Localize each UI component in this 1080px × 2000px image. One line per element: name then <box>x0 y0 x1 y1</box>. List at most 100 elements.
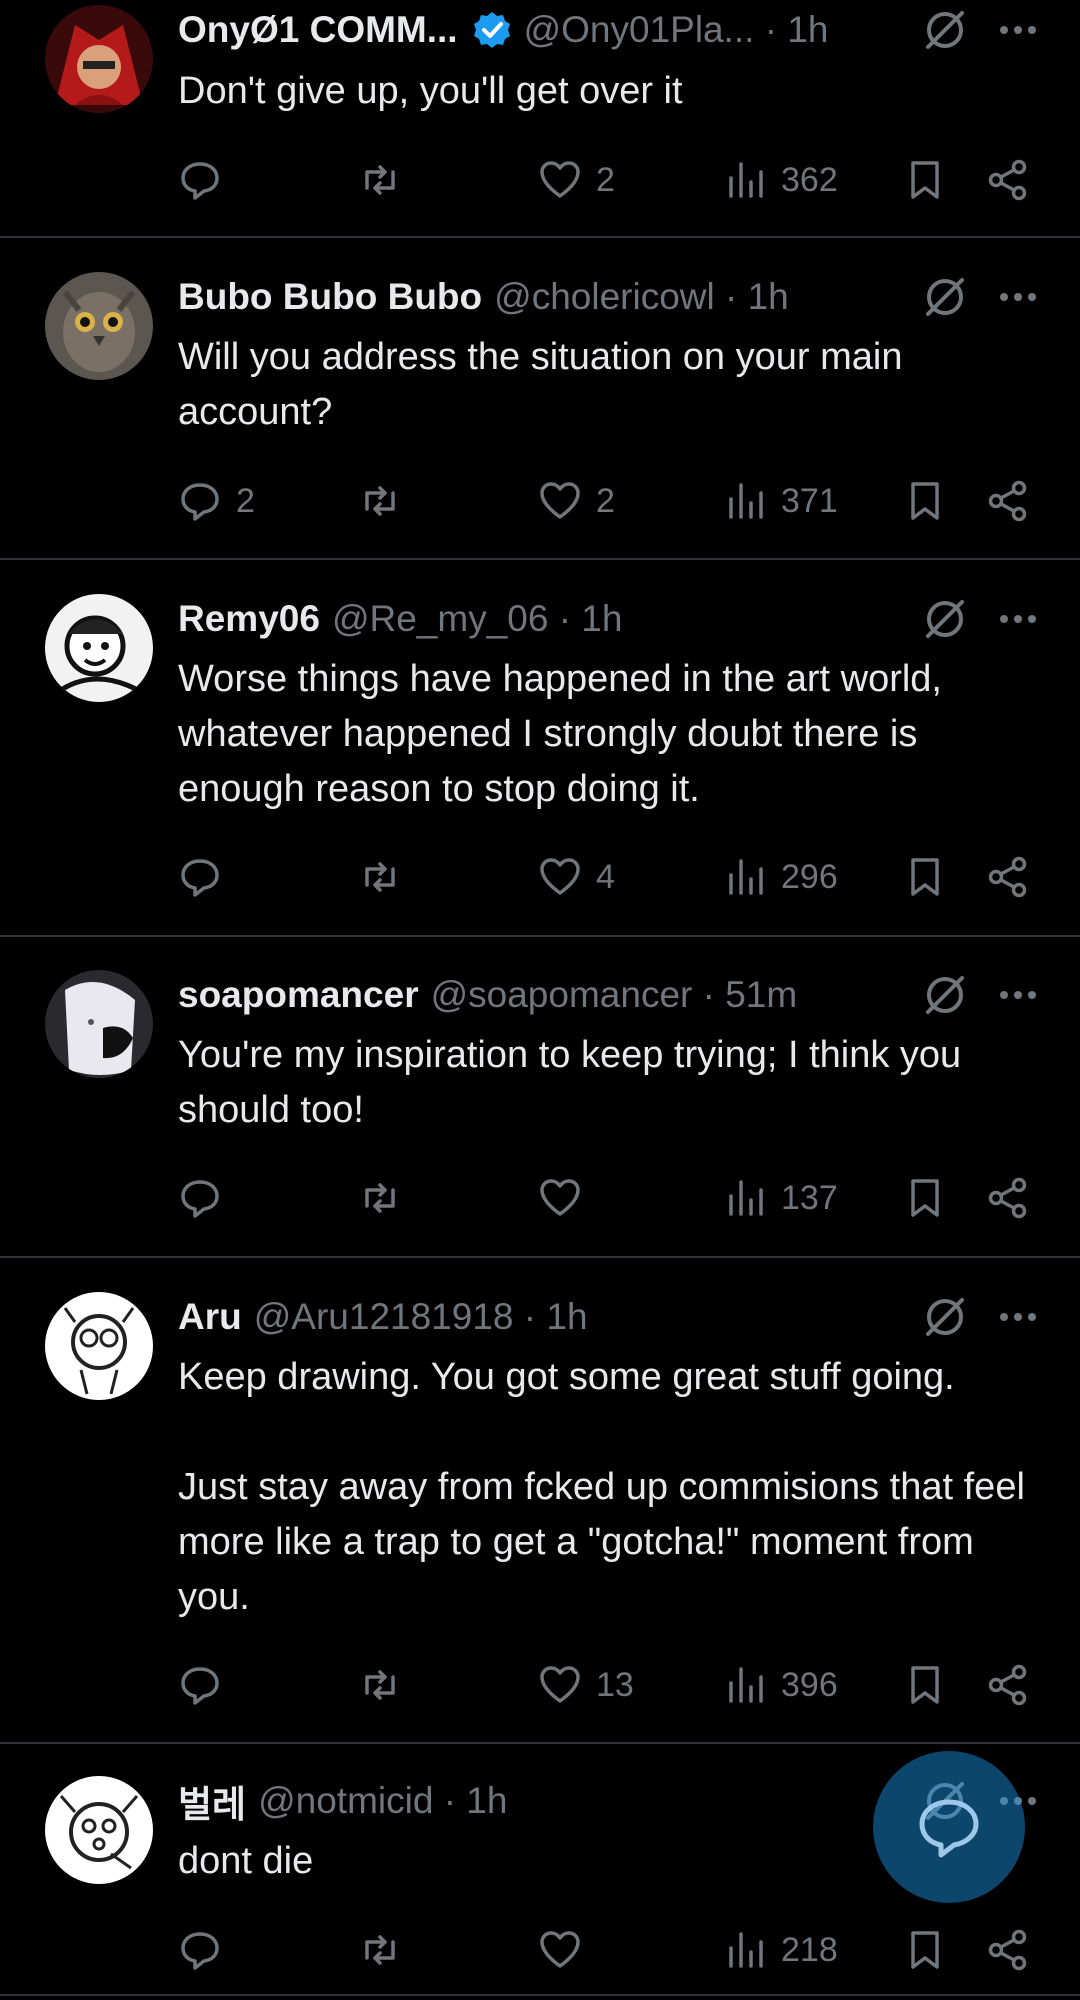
retweet-button[interactable] <box>358 150 402 210</box>
like-button[interactable]: 4 <box>538 847 615 907</box>
more-icon[interactable] <box>996 973 1040 1017</box>
reply-button[interactable] <box>178 1168 236 1228</box>
views-button[interactable]: 371 <box>723 471 838 531</box>
reply-icon <box>181 483 219 521</box>
share-button[interactable] <box>986 150 1030 210</box>
avatar[interactable] <box>45 594 153 702</box>
like-button[interactable] <box>538 1920 596 1980</box>
share-button[interactable] <box>986 1920 1030 1980</box>
view-count: 371 <box>781 481 838 520</box>
heart-icon <box>540 858 580 895</box>
divider <box>0 935 1080 937</box>
handle-and-time[interactable]: @Aru12181918 · 1h <box>254 1296 588 1338</box>
grok-icon[interactable] <box>922 596 968 642</box>
views-button[interactable]: 218 <box>723 1920 838 1980</box>
display-name[interactable]: Remy06 <box>178 598 320 640</box>
retweet-icon <box>365 165 395 195</box>
like-count: 2 <box>596 160 615 199</box>
more-icon[interactable] <box>996 275 1040 319</box>
divider <box>0 558 1080 560</box>
avatar[interactable] <box>45 1776 153 1884</box>
handle-and-time[interactable]: @soapomancer · 51m <box>431 974 798 1016</box>
bookmark-icon <box>911 1179 939 1217</box>
display-name[interactable]: OnyØ1 COMM... <box>178 9 458 51</box>
reply-button[interactable] <box>178 1655 236 1715</box>
reply-icon <box>181 859 219 897</box>
tweet-text: Will you address the situation on your m… <box>178 336 914 433</box>
grok-icon[interactable] <box>922 972 968 1018</box>
bookmark-button[interactable] <box>903 150 947 210</box>
bookmark-button[interactable] <box>903 1920 947 1980</box>
share-icon <box>988 856 1027 898</box>
reply-button[interactable]: 2 <box>178 471 255 531</box>
more-icon[interactable] <box>996 1295 1040 1339</box>
share-icon <box>988 159 1027 201</box>
bookmark-icon <box>911 1666 939 1704</box>
retweet-button[interactable] <box>358 1655 402 1715</box>
views-button[interactable]: 396 <box>723 1655 838 1715</box>
share-button[interactable] <box>986 471 1030 531</box>
reply-button[interactable] <box>178 150 236 210</box>
views-button[interactable]: 137 <box>723 1168 838 1228</box>
views-button[interactable]: 362 <box>723 150 838 210</box>
retweet-icon <box>365 1183 395 1213</box>
retweet-button[interactable] <box>358 471 402 531</box>
handle-and-time[interactable]: @notmicid · 1h <box>258 1780 507 1822</box>
share-icon <box>988 1664 1027 1706</box>
views-button[interactable]: 296 <box>723 847 838 907</box>
share-button[interactable] <box>986 847 1030 907</box>
grok-icon[interactable] <box>922 7 968 53</box>
display-name[interactable]: 벌레 <box>178 1774 246 1828</box>
compose-reply-button[interactable] <box>873 1751 1025 1903</box>
retweet-button[interactable] <box>358 1920 402 1980</box>
grok-icon[interactable] <box>922 274 968 320</box>
reply-count: 2 <box>236 481 255 520</box>
retweet-button[interactable] <box>358 1168 402 1228</box>
avatar[interactable] <box>45 970 153 1078</box>
views-icon <box>729 859 763 895</box>
display-name[interactable]: Bubo Bubo Bubo <box>178 276 482 318</box>
like-button[interactable]: 2 <box>538 150 615 210</box>
share-button[interactable] <box>986 1655 1030 1715</box>
more-icon[interactable] <box>996 597 1040 641</box>
bookmark-button[interactable] <box>903 1655 947 1715</box>
view-count: 362 <box>781 160 838 199</box>
reply-icon <box>181 1180 219 1218</box>
display-name[interactable]: soapomancer <box>178 974 419 1016</box>
tweet-text: Keep drawing. You got some great stuff g… <box>178 1356 1025 1618</box>
like-button[interactable]: 13 <box>538 1655 634 1715</box>
avatar[interactable] <box>45 1292 153 1400</box>
reply-button[interactable] <box>178 1920 236 1980</box>
view-count: 218 <box>781 1930 838 1969</box>
handle-and-time[interactable]: @Ony01Pla... · 1h <box>524 9 829 51</box>
like-button[interactable] <box>538 1168 596 1228</box>
avatar[interactable] <box>45 272 153 380</box>
like-button[interactable]: 2 <box>538 471 615 531</box>
views-icon <box>729 1180 763 1216</box>
retweet-icon <box>365 1670 395 1700</box>
bookmark-button[interactable] <box>903 471 947 531</box>
view-count: 296 <box>781 857 838 896</box>
bookmark-icon <box>911 482 939 520</box>
like-count: 2 <box>596 481 615 520</box>
handle-and-time[interactable]: @Re_my_06 · 1h <box>332 598 623 640</box>
like-count: 4 <box>596 857 615 896</box>
bookmark-icon <box>911 161 939 199</box>
heart-icon <box>540 1666 580 1703</box>
views-icon <box>729 162 763 198</box>
reply-icon <box>181 1932 219 1970</box>
display-name[interactable]: Aru <box>178 1296 242 1338</box>
reply-icon <box>181 162 219 200</box>
reply-button[interactable] <box>178 847 236 907</box>
bookmark-button[interactable] <box>903 847 947 907</box>
handle-and-time[interactable]: @cholericowl · 1h <box>494 276 789 318</box>
grok-icon[interactable] <box>922 1294 968 1340</box>
avatar[interactable] <box>45 5 153 113</box>
tweet-text: You're my inspiration to keep trying; I … <box>178 1034 972 1131</box>
more-icon[interactable] <box>996 8 1040 52</box>
bookmark-button[interactable] <box>903 1168 947 1228</box>
divider <box>0 1742 1080 1744</box>
retweet-button[interactable] <box>358 847 402 907</box>
bookmark-icon <box>911 1931 939 1969</box>
share-button[interactable] <box>986 1168 1030 1228</box>
